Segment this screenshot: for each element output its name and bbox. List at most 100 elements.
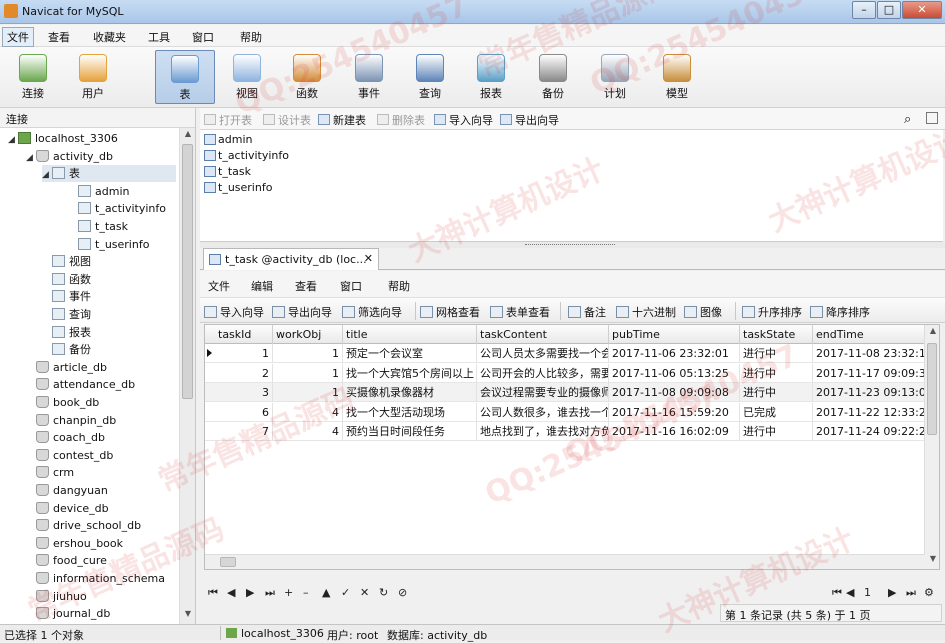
cell-taskState[interactable]: 进行中 [740,363,813,383]
cell-title[interactable]: 找一个大型活动现场 [343,402,477,422]
table-row[interactable]: 2 1 找一个大宾馆5个房间以上 公司开会的人比较多，需要 2017-11-06 05:… [205,363,925,383]
inner-menu-view[interactable]: 查看 [295,278,317,294]
grid-scroll-up-arrow[interactable]: ▲ [925,326,939,340]
tree-item-folder[interactable]: 报表 [42,324,91,341]
tree-item-folder[interactable]: ◢ 表 [42,165,176,184]
cell-taskState[interactable]: 进行中 [740,344,813,363]
search-icon[interactable]: ⌕ [904,112,911,127]
cell-taskContent[interactable]: 会议过程需要专业的摄像师 [477,383,609,402]
table-row[interactable]: 6 4 找一个大型活动现场 公司人数很多，谁去找一个 2017-11-16 15:59:… [205,402,925,422]
tree-item-db[interactable]: book_db [26,394,99,411]
cell-endTime[interactable]: 2017-11-24 09:22:20 [813,422,925,441]
table-object-item[interactable]: t_activityinfo [204,148,289,164]
column-header-pubTime[interactable]: pubTime [609,325,740,344]
tree-item-db[interactable]: article_db [26,359,107,376]
cell-taskContent[interactable]: 公司开会的人比较多，需要 [477,363,609,383]
cell-pubTime[interactable]: 2017-11-06 23:32:01 [609,344,740,363]
grid-toolbar-button[interactable]: 降序排序 [810,304,870,320]
menu-file[interactable]: 文件 [2,27,34,47]
tree-expander-icon[interactable]: ◢ [26,150,36,167]
scroll-up-arrow[interactable]: ▲ [180,129,196,143]
tree-item-db[interactable]: chanpin_db [26,412,116,429]
cell-taskId[interactable]: 6 [215,402,273,422]
grid-toolbar-button[interactable]: 网格查看 [420,304,480,320]
grid-toolbar-button[interactable]: 升序排序 [742,304,802,320]
menu-tools[interactable]: 工具 [148,29,170,45]
minimize-button[interactable]: – [852,1,876,19]
toolbar-button-report[interactable]: 报表 [461,50,521,104]
grid-toolbar-button[interactable]: 导入向导 [204,304,264,320]
inner-menu-help[interactable]: 帮助 [388,278,410,294]
add-record-button[interactable]: + [284,586,293,599]
column-header-endTime[interactable]: endTime [813,325,925,344]
last-record-button[interactable]: ⏭ [265,586,275,600]
tree-item-db[interactable]: attendance_db [26,376,135,393]
tree-expander-icon[interactable]: ◢ [8,132,18,149]
splitter-grip[interactable] [525,244,615,246]
cell-taskId[interactable]: 7 [215,422,273,441]
cell-taskContent[interactable]: 公司人数很多，谁去找一个 [477,402,609,422]
grid-toolbar-button[interactable]: 备注 [568,304,606,320]
cell-endTime[interactable]: 2017-11-23 09:13:08 [813,383,925,402]
cell-pubTime[interactable]: 2017-11-16 16:02:09 [609,422,740,441]
page-first-icon[interactable]: ⏮ [832,586,842,600]
settings-icon[interactable]: ⚙ [924,586,934,599]
delete-record-button[interactable]: – [303,586,309,599]
tree-item-db[interactable]: ◢ activity_db [26,148,113,165]
tree-item-db[interactable]: dangyuan [26,482,108,499]
inner-menu-edit[interactable]: 编辑 [251,278,273,294]
grid-vscroll-thumb[interactable] [927,343,937,435]
tree-item-db[interactable]: device_db [26,500,109,517]
tab-close-icon[interactable]: ✕ [364,252,373,265]
table-row[interactable]: 1 1 预定一个会议室 公司人员太多需要找一个会 2017-11-06 23:32:01… [205,344,925,363]
tree-item-db[interactable]: jiuhuo [26,588,87,605]
tree-scrollbar[interactable]: ▲ ▼ [179,128,195,624]
cell-title[interactable]: 买摄像机录像器材 [343,383,477,402]
tree-item-table[interactable]: t_task [68,218,128,235]
toolbar-button-connection[interactable]: 连接 [3,50,63,104]
cell-endTime[interactable]: 2017-11-22 12:33:21 [813,402,925,422]
tree-item-db[interactable]: coach_db [26,429,105,446]
cell-endTime[interactable]: 2017-11-17 09:09:33 [813,363,925,383]
page-next-icon[interactable]: ▶ [888,586,896,599]
page-prev-icon[interactable]: ◀ [846,586,854,599]
cell-title[interactable]: 找一个大宾馆5个房间以上 [343,363,477,383]
object-toolbar-button[interactable]: 导出向导 [500,112,559,128]
discard-changes-button[interactable]: ✕ [360,586,369,599]
refresh-button[interactable]: ↻ [379,586,388,599]
object-toolbar-button[interactable]: 导入向导 [434,112,493,128]
previous-record-button[interactable]: ◀ [227,586,235,599]
grid-toolbar-button[interactable]: 导出向导 [272,304,332,320]
menu-favorites[interactable]: 收藏夹 [93,29,126,45]
tree-scroll-thumb[interactable] [182,144,193,399]
cell-taskState[interactable]: 进行中 [740,383,813,402]
toolbar-button-event[interactable]: 事件 [339,50,399,104]
tree-expander-icon[interactable]: ◢ [42,167,52,184]
column-header-title[interactable]: title [343,325,477,344]
tree-item-db[interactable]: crm [26,464,74,481]
next-record-button[interactable]: ▶ [246,586,254,599]
tree-item-table[interactable]: t_userinfo [68,236,149,253]
cell-pubTime[interactable]: 2017-11-08 09:09:08 [609,383,740,402]
tree-item-folder[interactable]: 查询 [42,306,91,323]
tree-item-folder[interactable]: 视图 [42,253,91,270]
close-button[interactable]: ✕ [902,1,942,19]
cell-taskContent[interactable]: 公司人员太多需要找一个会 [477,344,609,363]
tree-item-db[interactable]: food_cure [26,552,107,569]
grid-toolbar-button[interactable]: 图像 [684,304,722,320]
grid-hscroll-thumb[interactable] [220,557,236,567]
cell-taskId[interactable]: 3 [215,383,273,402]
table-object-item[interactable]: t_userinfo [204,180,272,196]
tree-item-table[interactable]: admin [68,183,129,200]
cell-endTime[interactable]: 2017-11-08 23:32:14 [813,344,925,363]
column-header-workObj[interactable]: workObj [273,325,343,344]
cell-taskId[interactable]: 2 [215,363,273,383]
column-header-taskState[interactable]: taskState [740,325,813,344]
grid-toolbar-button[interactable]: 十六进制 [616,304,676,320]
tree-item-folder[interactable]: 函数 [42,271,91,288]
toolbar-button-function[interactable]: 函数 [277,50,337,104]
cell-taskContent[interactable]: 地点找到了，谁去找对方负 [477,422,609,441]
table-row[interactable]: 7 4 预约当日时间段任务 地点找到了，谁去找对方负 2017-11-16 16:02:… [205,422,925,441]
cell-pubTime[interactable]: 2017-11-06 05:13:25 [609,363,740,383]
cell-workObj[interactable]: 4 [273,402,343,422]
